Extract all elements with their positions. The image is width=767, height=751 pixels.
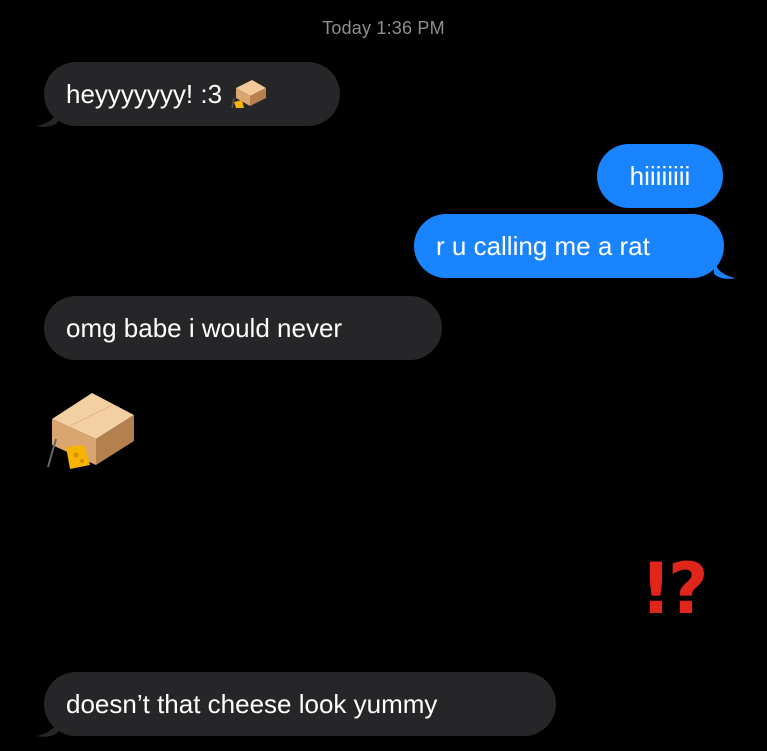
mousetrap-icon[interactable] <box>40 385 140 475</box>
bubble-tail <box>36 108 58 127</box>
message-text: doesn’t that cheese look yummy <box>66 689 438 719</box>
interrobang-glyph: !? <box>640 548 709 630</box>
message-bubble-outgoing[interactable]: r u calling me a rat <box>414 214 724 278</box>
message-bubble-incoming[interactable]: heyyyyyyy! :3 <box>44 62 340 126</box>
message-bubble-outgoing[interactable]: hiiiiiiii <box>597 144 723 208</box>
bubble-tail <box>714 260 736 279</box>
interrobang-icon[interactable]: !? <box>640 548 709 630</box>
message-bubble-incoming[interactable]: omg babe i would never <box>44 296 442 360</box>
bubble-tail <box>36 718 58 737</box>
timestamp: Today 1:36 PM <box>322 18 445 38</box>
message-text: r u calling me a rat <box>436 231 650 261</box>
message-text: omg babe i would never <box>66 313 343 343</box>
mousetrap-icon <box>230 76 270 112</box>
message-text: hiiiiiiii <box>629 161 691 191</box>
message-text: heyyyyyyy! :3 <box>66 79 223 109</box>
message-bubble-incoming[interactable]: doesn’t that cheese look yummy <box>44 672 556 736</box>
